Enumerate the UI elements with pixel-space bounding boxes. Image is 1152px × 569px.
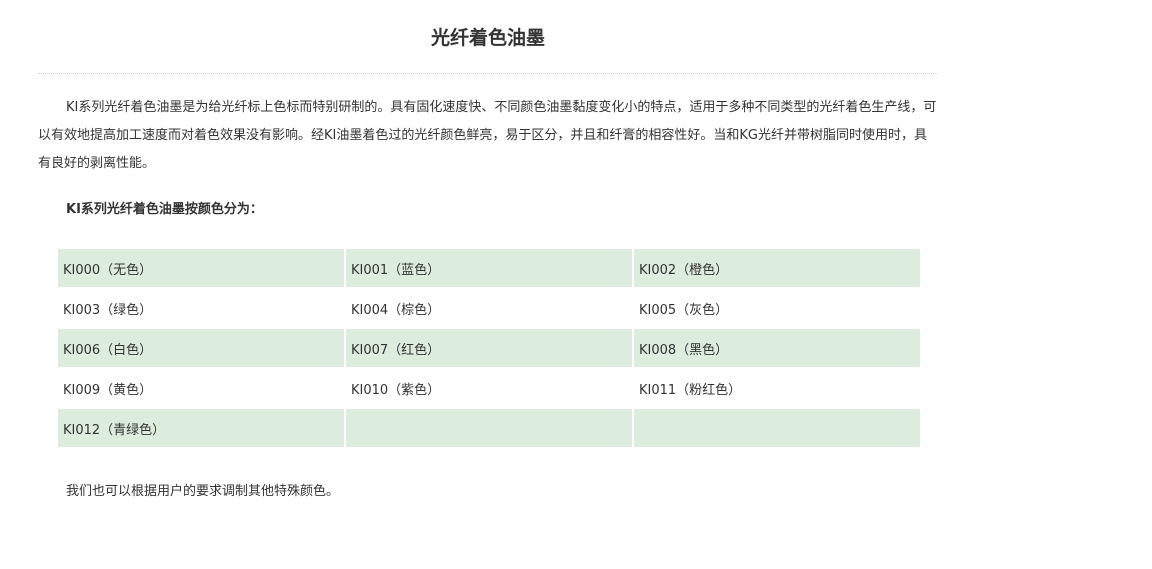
table-cell: KI009（黄色） [63,382,153,398]
table-cell: KI007（红色） [346,329,632,367]
table-row: KI006（白色） KI007（红色） KI008（黑色） [58,329,920,367]
table-cell: KI000（无色） [58,249,344,287]
table-cell [634,409,920,447]
table-cell: KI010（紫色） [351,382,441,398]
table-cell: KI008（黑色） [634,329,920,367]
table-cell: KI005（灰色） [639,302,729,318]
article: 光纤着色油墨 KI系列光纤着色油墨是为给光纤标上色标而特别研制的。具有固化速度快… [38,0,938,499]
table-cell: KI003（绿色） [63,302,153,318]
custom-color-note: 我们也可以根据用户的要求调制其他特殊颜色。 [66,484,340,499]
table-row: KI012（青绿色） [58,409,920,447]
table-cell: KI012（青绿色） [58,409,344,447]
table-cell: KI001（蓝色） [346,249,632,287]
table-cell: KI006（白色） [58,329,344,367]
title-divider [38,73,938,74]
color-list-heading: KI系列光纤着色油墨按颜色分为： [66,202,263,217]
intro-paragraph: KI系列光纤着色油墨是为给光纤标上色标而特别研制的。具有固化速度快、不同颜色油墨… [38,100,937,171]
table-cell: KI002（橙色） [634,249,920,287]
table-cell: KI011（粉红色） [639,382,742,398]
table-row: KI003（绿色） KI004（棕色） KI005（灰色） [58,289,920,327]
table-row: KI009（黄色） KI010（紫色） KI011（粉红色） [58,369,920,407]
table-cell: KI004（棕色） [351,302,441,318]
color-table: KI000（无色） KI001（蓝色） KI002（橙色） KI003（绿色） … [56,247,922,449]
page-title: 光纤着色油墨 [430,27,545,49]
table-cell [346,409,632,447]
table-row: KI000（无色） KI001（蓝色） KI002（橙色） [58,249,920,287]
